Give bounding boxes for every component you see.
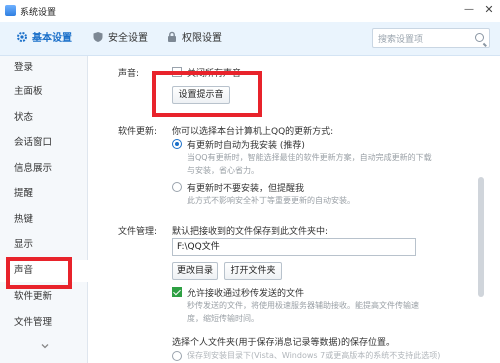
auto-install-radio[interactable] [172, 139, 182, 149]
tab-basic-settings-label: 基本设置 [32, 33, 72, 44]
file-section-label: 文件管理: [118, 227, 158, 237]
tab-permission-settings[interactable]: 权限设置 [166, 31, 222, 47]
notify-only-radio[interactable] [172, 182, 182, 192]
sidebar-item-reminders[interactable]: 提醒 [0, 183, 88, 205]
highlight-box-sound-button [152, 71, 262, 117]
shield-icon [93, 32, 103, 42]
sidebar-item-main-panel[interactable]: 主面板 [0, 81, 88, 103]
sidebar-item-file-management[interactable]: 文件管理 [0, 312, 88, 334]
window-title: 系统设置 [20, 8, 57, 18]
auto-install-label: 有更新时自动为我安装 (推荐) [187, 141, 305, 151]
gear-icon [17, 32, 27, 42]
sidebar-item-display[interactable]: 显示 [0, 234, 88, 256]
file-save-path-field[interactable]: F:\QQ文件 [172, 238, 416, 256]
lock-icon [168, 31, 176, 42]
highlight-box-sound-sidebar [6, 257, 72, 289]
tab-permission-settings-label: 权限设置 [182, 33, 222, 44]
sidebar-item-info-display[interactable]: 信息展示 [0, 158, 88, 180]
content-scrollbar[interactable] [478, 57, 486, 361]
install-dir-radio[interactable] [172, 351, 182, 361]
sound-section-label: 声音: [118, 69, 140, 79]
tab-security-settings[interactable]: 安全设置 [92, 31, 148, 47]
search-placeholder: 搜索设置项 [378, 35, 424, 45]
tab-security-settings-label: 安全设置 [108, 33, 148, 44]
sidebar-item-login[interactable]: 登录 [0, 57, 88, 79]
update-intro: 你可以选择本台计算机上QQ的更新方式: [172, 127, 334, 137]
auto-install-hint-2: 与安装，省心省力。 [187, 166, 259, 175]
sidebar-item-status[interactable]: 状态 [0, 107, 88, 129]
sidebar-item-software-update[interactable]: 软件更新 [0, 286, 88, 308]
fast-receive-hint-2: 度，缩短传输时间。 [187, 314, 259, 323]
scrollbar-thumb[interactable] [478, 177, 484, 297]
personal-folder-intro: 选择个人文件夹(用于保存消息记录等数据)的保存位置。 [172, 338, 396, 348]
notify-only-label: 有更新时不要安装，但提醒我 [187, 184, 305, 194]
search-icon[interactable] [475, 33, 484, 42]
update-section-label: 软件更新: [118, 127, 158, 137]
fast-receive-hint-1: 秒传发送的文件，将使用极速服务器辅助接收。能提高文件传输速 [187, 301, 419, 310]
install-dir-label: 保存到安装目录下(Vista、Windows 7或更高版本的系统不支持此选项) [187, 351, 441, 360]
sidebar-item-hotkeys[interactable]: 热键 [0, 209, 88, 231]
auto-install-hint-1: 当QQ有更新时，智能选择最佳的软件更新方案，自动完成更新的下载 [187, 153, 432, 162]
file-save-intro: 默认把接收到的文件保存到此文件夹中: [172, 227, 329, 237]
minimize-button[interactable]: — [460, 2, 478, 18]
open-folder-button[interactable]: 打开文件夹 [224, 262, 282, 280]
search-input[interactable]: 搜索设置项 [372, 28, 490, 48]
title-bar: 系统设置 — ✕ [0, 0, 500, 22]
tab-basic-settings[interactable]: 基本设置 [16, 31, 72, 47]
app-logo-icon [5, 5, 16, 16]
close-button[interactable]: ✕ [480, 2, 498, 18]
fast-receive-label: 允许接收通过秒传发送的文件 [187, 289, 305, 299]
notify-only-hint: 此方式不影响安全补丁等重要更新的自动安装。 [187, 196, 355, 205]
fast-receive-checkbox[interactable] [172, 287, 182, 297]
change-directory-button[interactable]: 更改目录 [172, 262, 218, 280]
sidebar-item-chat-window[interactable]: 会话窗口 [0, 132, 88, 154]
chevron-down-icon[interactable] [40, 341, 50, 351]
